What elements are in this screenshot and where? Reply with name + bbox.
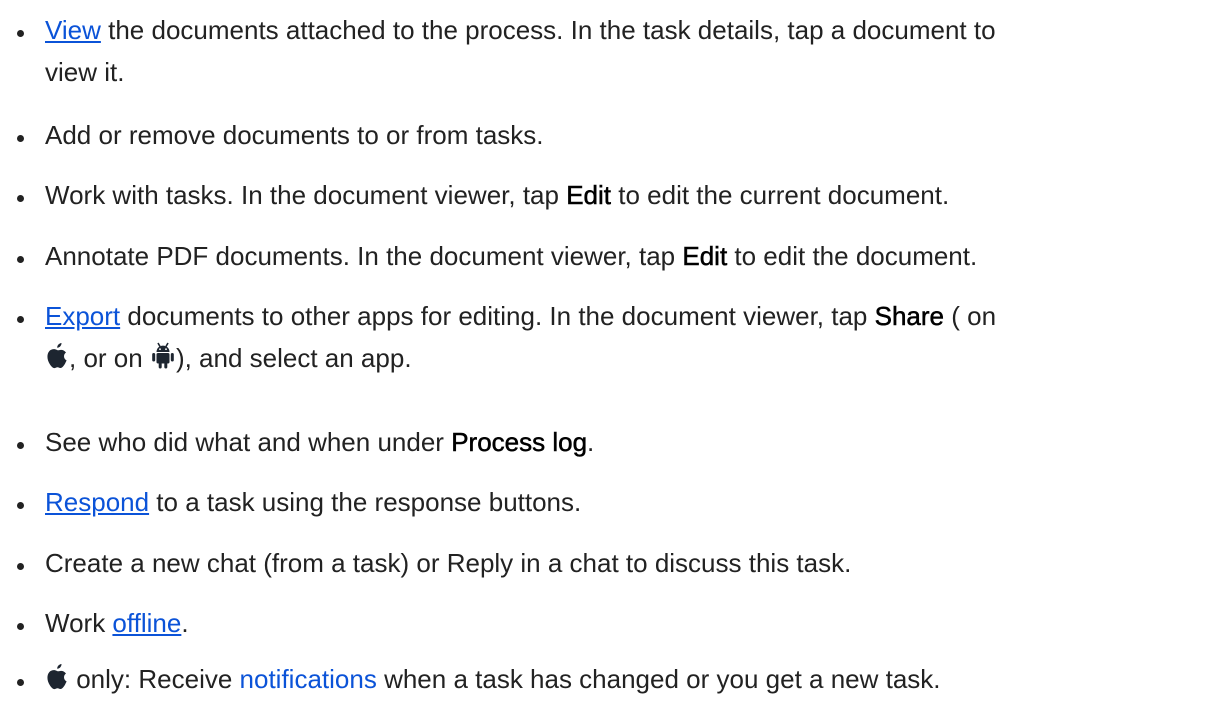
- item-text: ( on: [944, 301, 997, 331]
- list-item: Respond to a task using the response but…: [0, 481, 1206, 523]
- item-text: Create a new chat (from a task) or Reply…: [45, 548, 852, 578]
- list-item: Work with tasks. In the document viewer,…: [0, 174, 1206, 216]
- android-logo-icon: [150, 340, 176, 382]
- bullet: [17, 195, 24, 202]
- item-text: only: Receive: [69, 664, 240, 694]
- bullet: [17, 30, 24, 37]
- process-log-ui-label: Process log: [451, 427, 588, 458]
- item-text: Work: [45, 608, 113, 638]
- item-text: to edit the current document.: [611, 180, 950, 210]
- view-link[interactable]: View: [45, 15, 101, 45]
- edit-ui-label: Edit: [682, 241, 728, 272]
- list-item: Export documents to other apps for editi…: [0, 295, 1206, 382]
- list-item: Annotate PDF documents. In the document …: [0, 235, 1206, 277]
- list-item: only: Receive notifications when a task …: [0, 658, 1206, 703]
- list-item: Work offline.: [0, 602, 1206, 644]
- item-text: Add or remove documents to or from tasks…: [45, 120, 544, 150]
- item-text: view it.: [45, 57, 125, 87]
- bullet: [17, 316, 24, 323]
- item-text: when a task has changed or you get a new…: [376, 664, 941, 694]
- bullet: [17, 563, 24, 570]
- apple-logo-icon: [45, 340, 69, 382]
- item-text: .: [181, 608, 189, 638]
- bullet: [17, 623, 24, 630]
- apple-logo-icon: [45, 661, 69, 703]
- export-link[interactable]: Export: [45, 301, 120, 331]
- bullet: [17, 135, 24, 142]
- bullet: [17, 256, 24, 263]
- list-item: View the documents attached to the proce…: [0, 9, 1206, 93]
- item-text: to a task using the response buttons.: [149, 487, 582, 517]
- bullet: [17, 502, 24, 509]
- item-text: the documents attached to the process. I…: [100, 15, 996, 45]
- share-ui-label: Share: [874, 301, 944, 332]
- item-text: Annotate PDF documents. In the document …: [45, 241, 683, 271]
- edit-ui-label: Edit: [566, 180, 612, 211]
- item-text: See who did what and when under: [45, 427, 452, 457]
- bullet: [17, 679, 24, 686]
- offline-link[interactable]: offline: [112, 608, 181, 638]
- list-item: Create a new chat (from a task) or Reply…: [0, 542, 1206, 584]
- respond-link[interactable]: Respond: [45, 487, 149, 517]
- item-text: documents to other apps for editing. In …: [120, 301, 875, 331]
- item-text: .: [587, 427, 595, 457]
- list-item: See who did what and when under Process …: [0, 421, 1206, 463]
- notifications-link[interactable]: notifications: [240, 664, 377, 694]
- item-text: Work with tasks. In the document viewer,…: [45, 180, 567, 210]
- item-text: ), and select an app.: [175, 343, 412, 373]
- bullet: [17, 442, 24, 449]
- item-text: to edit the document.: [727, 241, 978, 271]
- item-text: , or on: [69, 343, 150, 373]
- list-item: Add or remove documents to or from tasks…: [0, 114, 1206, 156]
